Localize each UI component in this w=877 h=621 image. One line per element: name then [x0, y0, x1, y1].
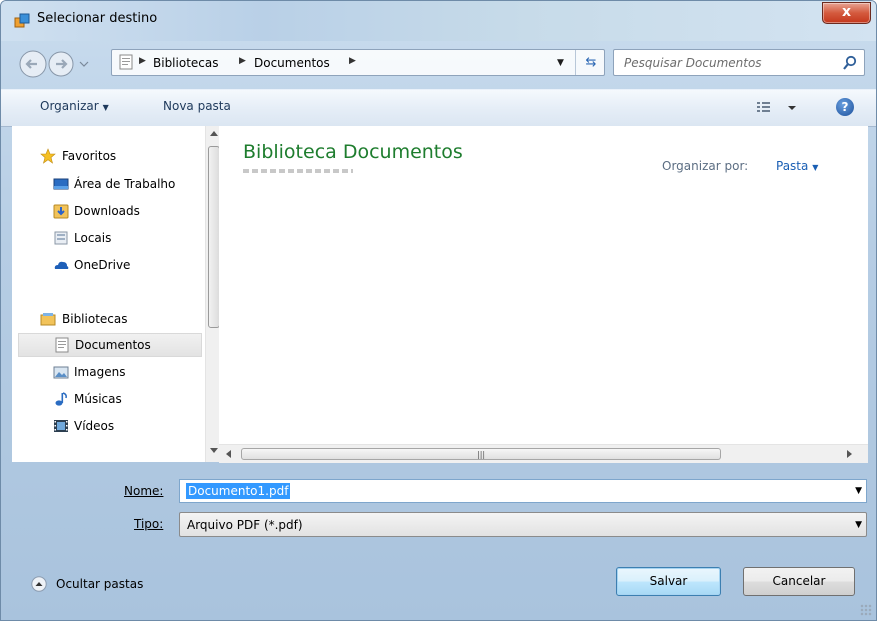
- breadcrumb-separator[interactable]: ▶: [349, 56, 356, 66]
- sidebar-item-downloads[interactable]: Downloads: [12, 200, 202, 222]
- library-icon: [119, 54, 133, 70]
- search-box[interactable]: Pesquisar Documentos: [613, 49, 865, 76]
- nav-header-label: Favoritos: [62, 149, 117, 163]
- nav-header-label: Bibliotecas: [62, 312, 128, 326]
- sidebar-item-label: Imagens: [74, 365, 126, 379]
- scroll-right-icon[interactable]: [847, 450, 853, 458]
- save-dialog-window: Selecionar destino x ▶ Bibliotecas ▶ Doc…: [0, 0, 877, 621]
- recent-pages-chevron-icon[interactable]: [79, 61, 89, 67]
- sidebar-item-label: Área de Trabalho: [74, 177, 176, 191]
- command-toolbar: Organizar ▼ Nova pasta ?: [1, 89, 876, 127]
- arrange-by-value: Pasta: [776, 159, 809, 173]
- dialog-app-icon: [14, 13, 30, 28]
- sidebar-item-label: Músicas: [74, 392, 122, 406]
- close-button[interactable]: x: [822, 2, 871, 24]
- sidebar-item-music[interactable]: Músicas: [12, 388, 202, 410]
- sidebar-item-label: OneDrive: [74, 258, 131, 272]
- address-dropdown-icon[interactable]: ▼: [557, 58, 564, 68]
- chevron-down-icon: ▼: [812, 163, 819, 172]
- file-type-select[interactable]: Arquivo PDF (*.pdf) ▼: [179, 512, 867, 537]
- help-icon[interactable]: ?: [836, 98, 854, 116]
- pictures-icon: [53, 366, 69, 379]
- chevron-down-icon: ▼: [102, 103, 109, 112]
- window-title: Selecionar destino: [37, 11, 158, 26]
- refresh-icon[interactable]: ⇆: [575, 50, 606, 75]
- close-icon: x: [841, 4, 852, 20]
- documents-icon: [55, 337, 69, 353]
- view-details-icon: [757, 102, 770, 112]
- title-bar[interactable]: Selecionar destino x: [1, 1, 876, 41]
- videos-icon: [54, 420, 68, 432]
- onedrive-icon: [54, 261, 69, 269]
- libraries-icon: [40, 313, 56, 326]
- sidebar-item-label: Locais: [74, 231, 112, 245]
- recent-places-icon: [54, 231, 68, 245]
- save-button[interactable]: Salvar: [616, 567, 721, 596]
- sidebar-item-label: Documentos: [75, 338, 151, 352]
- music-icon: [55, 392, 67, 406]
- organize-label: Organizar: [40, 99, 99, 113]
- scrollbar-thumb[interactable]: |||: [241, 448, 721, 460]
- library-title: Biblioteca Documentos: [243, 141, 463, 163]
- nav-header-favorites[interactable]: Favoritos: [12, 145, 202, 167]
- desktop-icon: [53, 178, 69, 190]
- search-icon[interactable]: [842, 55, 858, 71]
- new-folder-button[interactable]: Nova pasta: [163, 99, 231, 113]
- sidebar-item-videos[interactable]: Vídeos: [12, 415, 202, 437]
- organize-menu-button[interactable]: Organizar ▼: [40, 99, 109, 113]
- file-name-label: Nome:: [124, 484, 164, 498]
- scroll-left-icon[interactable]: [225, 450, 231, 458]
- back-button[interactable]: [19, 50, 47, 78]
- sidebar-item-label: Downloads: [74, 204, 140, 218]
- nav-header-libraries[interactable]: Bibliotecas: [12, 308, 202, 330]
- star-icon: [40, 148, 56, 164]
- scroll-up-icon[interactable]: [210, 130, 218, 136]
- sidebar-item-onedrive[interactable]: OneDrive: [12, 254, 202, 276]
- resize-grip-icon[interactable]: [860, 604, 872, 616]
- breadcrumb-separator[interactable]: ▶: [139, 56, 146, 66]
- sidebar-item-documents[interactable]: Documentos: [18, 333, 202, 357]
- hide-folders-label: Ocultar pastas: [56, 577, 144, 591]
- breadcrumb-bibliotecas[interactable]: Bibliotecas: [153, 56, 218, 70]
- change-view-button[interactable]: [754, 98, 800, 118]
- back-forward-buttons: [19, 50, 89, 78]
- breadcrumb-separator[interactable]: ▶: [239, 56, 246, 66]
- scroll-down-icon[interactable]: [210, 448, 218, 454]
- arrange-by-label: Organizar por:: [662, 159, 749, 173]
- chevron-down-icon: [788, 106, 796, 110]
- file-type-label: Tipo:: [134, 517, 164, 531]
- sidebar-item-desktop[interactable]: Área de Trabalho: [12, 173, 202, 195]
- collapse-up-icon: [31, 576, 47, 592]
- horizontal-scrollbar[interactable]: |||: [219, 444, 868, 463]
- search-input[interactable]: Pesquisar Documentos: [624, 56, 762, 70]
- chevron-down-icon[interactable]: ▼: [855, 486, 862, 496]
- breadcrumb-documentos[interactable]: Documentos: [254, 56, 330, 70]
- address-bar[interactable]: ▶ Bibliotecas ▶ Documentos ▶ ▼ ⇆: [111, 49, 605, 76]
- file-name-input[interactable]: Documento1.pdf ▼: [179, 479, 867, 503]
- navigation-row: ▶ Bibliotecas ▶ Documentos ▶ ▼ ⇆ Pesquis…: [1, 41, 876, 89]
- file-type-value: Arquivo PDF (*.pdf): [187, 518, 303, 532]
- file-list-pane[interactable]: Biblioteca Documentos Organizar por: Pas…: [219, 126, 868, 463]
- navigation-pane: Favoritos Área de Trabalho Downloads Loc…: [12, 126, 223, 462]
- sidebar-item-label: Vídeos: [74, 419, 115, 433]
- file-name-value[interactable]: Documento1.pdf: [186, 483, 291, 499]
- sidebar-item-recent-places[interactable]: Locais: [12, 227, 202, 249]
- grip-icon: |||: [477, 450, 486, 459]
- arrange-by-dropdown[interactable]: Pasta ▼: [776, 159, 818, 173]
- sidebar-item-pictures[interactable]: Imagens: [12, 361, 202, 383]
- chevron-down-icon: ▼: [855, 520, 862, 530]
- cancel-button[interactable]: Cancelar: [743, 567, 855, 596]
- downloads-icon: [53, 204, 69, 219]
- library-subtitle: [243, 169, 353, 173]
- forward-button[interactable]: [48, 51, 74, 77]
